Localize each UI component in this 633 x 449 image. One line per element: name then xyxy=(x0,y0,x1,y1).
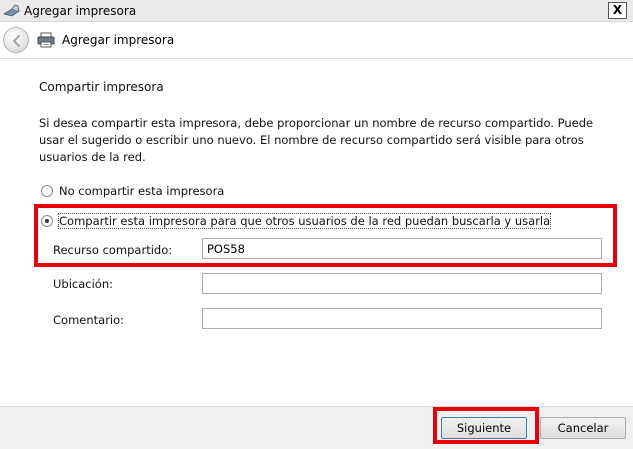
cancel-button-label: Cancelar xyxy=(557,421,609,435)
location-label: Ubicación: xyxy=(53,277,113,291)
share-label[interactable]: Compartir esta impresora para que otros … xyxy=(57,213,552,229)
title-bar: Agregar impresora X xyxy=(0,0,633,22)
next-button-label: Siguiente xyxy=(456,421,512,435)
wizard-content: Compartir impresora Si desea compartir e… xyxy=(0,58,633,406)
page-heading: Compartir impresora xyxy=(39,80,164,94)
location-input[interactable] xyxy=(202,273,602,294)
next-button[interactable]: Siguiente xyxy=(441,417,527,439)
back-button[interactable] xyxy=(3,27,29,53)
printer-wizard-icon xyxy=(2,4,20,18)
no-share-option[interactable]: No compartir esta impresora xyxy=(41,183,224,199)
add-printer-window: Agregar impresora X Agregar impresora Co… xyxy=(0,0,633,449)
wizard-footer: Siguiente Cancelar xyxy=(0,406,633,449)
comment-label: Comentario: xyxy=(53,313,125,327)
printer-icon xyxy=(37,32,55,51)
cancel-button[interactable]: Cancelar xyxy=(540,417,626,439)
share-option[interactable]: Compartir esta impresora para que otros … xyxy=(41,213,552,229)
window-title: Agregar impresora xyxy=(24,4,137,18)
no-share-label[interactable]: No compartir esta impresora xyxy=(59,184,224,198)
comment-input[interactable] xyxy=(202,308,602,329)
page-description: Si desea compartir esta impresora, debe … xyxy=(39,116,594,164)
share-radio[interactable] xyxy=(41,215,53,227)
wizard-title: Agregar impresora xyxy=(62,33,175,47)
share-name-label: Recurso compartido: xyxy=(53,243,173,257)
navigation-bar: Agregar impresora xyxy=(0,22,633,58)
share-name-input[interactable] xyxy=(202,238,602,259)
back-arrow-icon xyxy=(12,34,21,48)
no-share-radio[interactable] xyxy=(41,185,53,197)
close-button[interactable]: X xyxy=(608,2,627,19)
